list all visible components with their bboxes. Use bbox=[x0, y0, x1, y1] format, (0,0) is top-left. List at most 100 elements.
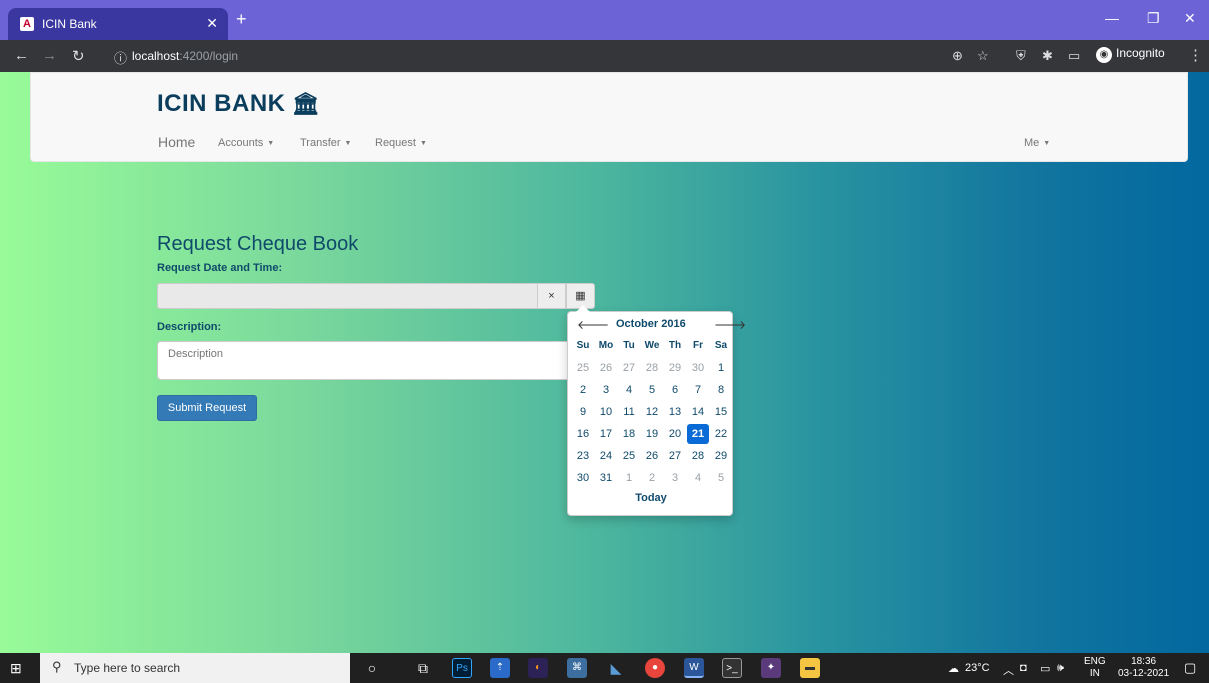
calendar-day[interactable]: 19 bbox=[641, 424, 663, 444]
photoshop-icon[interactable]: Ps bbox=[452, 658, 472, 678]
calendar-day[interactable]: 25 bbox=[572, 358, 594, 378]
month-switch[interactable]: October 2016 bbox=[616, 318, 686, 330]
chrome-menu-icon[interactable]: ⋮ bbox=[1188, 46, 1203, 64]
calendar-day[interactable]: 30 bbox=[687, 358, 709, 378]
file-explorer-icon[interactable]: ▬ bbox=[800, 658, 820, 678]
calendar-day[interactable]: 8 bbox=[710, 380, 732, 400]
calendar-day[interactable]: 31 bbox=[595, 468, 617, 488]
calendar-day[interactable]: 5 bbox=[641, 380, 663, 400]
address-bar[interactable]: ⓘ localhost:4200/login bbox=[102, 44, 940, 68]
calendar-day[interactable]: 4 bbox=[687, 468, 709, 488]
calendar-day[interactable]: 27 bbox=[618, 358, 640, 378]
calendar-day[interactable]: 25 bbox=[618, 446, 640, 466]
minimize-icon[interactable]: — bbox=[1105, 10, 1119, 26]
calendar-day[interactable]: 7 bbox=[687, 380, 709, 400]
calendar-day[interactable]: 13 bbox=[664, 402, 686, 422]
browser-tab[interactable]: A ICIN Bank ✕ bbox=[8, 8, 228, 40]
tab-close-icon[interactable]: ✕ bbox=[206, 15, 218, 32]
calendar-day[interactable]: 24 bbox=[595, 446, 617, 466]
calendar-day[interactable]: 15 bbox=[710, 402, 732, 422]
chrome-icon[interactable]: ● bbox=[645, 658, 665, 678]
bookmark-star-icon[interactable]: ☆ bbox=[977, 48, 989, 64]
mysql-workbench-icon[interactable]: ◣ bbox=[606, 658, 626, 678]
calendar-day[interactable]: 22 bbox=[710, 424, 732, 444]
calendar-day[interactable]: 11 bbox=[618, 402, 640, 422]
site-info-icon[interactable]: ⓘ bbox=[114, 48, 127, 67]
nav-accounts[interactable]: Accounts ▼ bbox=[218, 137, 274, 149]
calendar-day[interactable]: 28 bbox=[687, 446, 709, 466]
calendar-day[interactable]: 26 bbox=[595, 358, 617, 378]
calendar-day[interactable]: 5 bbox=[710, 468, 732, 488]
calendar-day[interactable]: 12 bbox=[641, 402, 663, 422]
description-field[interactable] bbox=[157, 341, 577, 380]
reload-icon[interactable]: ↻ bbox=[72, 47, 85, 65]
submit-request-button[interactable]: Submit Request bbox=[157, 395, 257, 421]
calendar-day[interactable]: 2 bbox=[572, 380, 594, 400]
calendar-day[interactable]: 28 bbox=[641, 358, 663, 378]
calendar-day[interactable]: 2 bbox=[641, 468, 663, 488]
forward-icon[interactable]: → bbox=[42, 47, 57, 64]
calendar-day[interactable]: 16 bbox=[572, 424, 594, 444]
weather-icon[interactable]: ☁ bbox=[948, 662, 959, 675]
close-window-icon[interactable]: ✕ bbox=[1184, 10, 1196, 27]
calendar-day[interactable]: 21 bbox=[687, 424, 709, 444]
uploader-app-icon[interactable]: ⇡ bbox=[490, 658, 510, 678]
restore-icon[interactable]: ❐ bbox=[1147, 10, 1160, 27]
app-shield-icon[interactable]: ✦ bbox=[761, 658, 781, 678]
calendar-day[interactable]: 17 bbox=[595, 424, 617, 444]
calendar-day[interactable]: 10 bbox=[595, 402, 617, 422]
nav-home[interactable]: Home bbox=[158, 134, 195, 150]
calendar-day[interactable]: 14 bbox=[687, 402, 709, 422]
incognito-indicator[interactable]: ◉ Incognito bbox=[1096, 46, 1165, 63]
calendar-day[interactable]: 26 bbox=[641, 446, 663, 466]
zoom-icon[interactable]: ⊕ bbox=[952, 48, 963, 64]
today-button[interactable]: Today bbox=[568, 492, 734, 504]
weather-temp[interactable]: 23°C bbox=[965, 662, 990, 674]
clear-date-button[interactable]: × bbox=[537, 283, 566, 309]
volume-icon[interactable]: 🕪 bbox=[1057, 662, 1064, 675]
notification-icon[interactable]: ▢ bbox=[1184, 660, 1196, 676]
back-icon[interactable]: ← bbox=[14, 47, 29, 64]
datetime-input[interactable] bbox=[157, 283, 538, 309]
cortana-icon[interactable]: ○ bbox=[362, 658, 382, 678]
calendar-day[interactable]: 30 bbox=[572, 468, 594, 488]
calendar-day[interactable]: 1 bbox=[618, 468, 640, 488]
browser-titlebar: A ICIN Bank ✕ + — ❐ ✕ bbox=[0, 0, 1209, 40]
calendar-day[interactable]: 9 bbox=[572, 402, 594, 422]
battery-icon[interactable]: ▭ bbox=[1040, 662, 1050, 675]
calendar-day[interactable]: 27 bbox=[664, 446, 686, 466]
tray-expand-icon[interactable]: ︿ bbox=[1003, 662, 1014, 678]
new-tab-button[interactable]: + bbox=[236, 9, 247, 30]
shield-extension-icon[interactable]: ⛨ bbox=[1016, 48, 1026, 64]
calendar-day[interactable]: 23 bbox=[572, 446, 594, 466]
calendar-day[interactable]: 29 bbox=[664, 358, 686, 378]
calendar-day[interactable]: 4 bbox=[618, 380, 640, 400]
prev-month-icon[interactable]: 🡐 bbox=[577, 317, 609, 332]
taskbar-search[interactable]: ⚲ Type here to search bbox=[40, 653, 350, 683]
calendar-day[interactable]: 1 bbox=[710, 358, 732, 378]
nav-request[interactable]: Request ▼ bbox=[375, 137, 427, 149]
windows-start-icon[interactable]: ⊞ bbox=[10, 660, 22, 677]
calendar-day[interactable]: 3 bbox=[595, 380, 617, 400]
meet-now-icon[interactable]: ◘ bbox=[1020, 662, 1027, 674]
caret-down-icon: ▼ bbox=[344, 139, 352, 147]
calendar-day[interactable]: 20 bbox=[664, 424, 686, 444]
brand-logo[interactable]: ICIN BANK 🏛 bbox=[157, 90, 320, 118]
word-icon[interactable]: W bbox=[684, 658, 704, 678]
eclipse-icon[interactable]: ◐ bbox=[528, 658, 548, 678]
vscode-icon[interactable]: ⌘ bbox=[567, 658, 587, 678]
calendar-day[interactable]: 6 bbox=[664, 380, 686, 400]
nav-transfer[interactable]: Transfer ▼ bbox=[300, 137, 351, 149]
nav-me[interactable]: Me ▼ bbox=[1024, 137, 1050, 149]
language-indicator[interactable]: ENG IN bbox=[1084, 656, 1106, 680]
next-month-icon[interactable]: 🡒 bbox=[714, 317, 746, 332]
extensions-puzzle-icon[interactable]: ✱ bbox=[1042, 48, 1053, 64]
calendar-day[interactable]: 29 bbox=[710, 446, 732, 466]
calendar-day[interactable]: 18 bbox=[618, 424, 640, 444]
terminal-icon[interactable]: >_ bbox=[722, 658, 742, 678]
search-icon: ⚲ bbox=[52, 659, 62, 674]
cast-icon[interactable]: ▭ bbox=[1068, 48, 1080, 64]
task-view-icon[interactable]: ⧉ bbox=[413, 658, 433, 678]
system-clock[interactable]: 18:36 03-12-2021 bbox=[1118, 656, 1169, 680]
calendar-day[interactable]: 3 bbox=[664, 468, 686, 488]
